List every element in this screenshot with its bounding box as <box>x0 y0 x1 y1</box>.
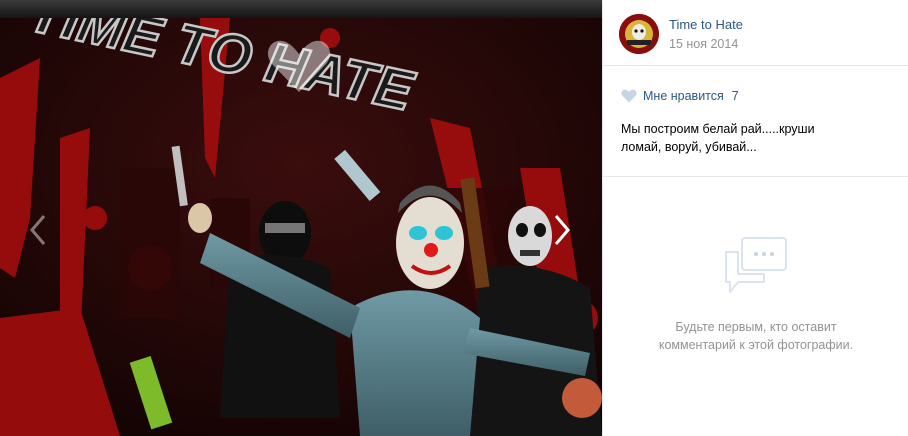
photo-viewer: TIME TO HATE <box>0 0 602 436</box>
empty-comments-text: Будьте первым, кто оставит комментарий к… <box>636 318 876 354</box>
heart-icon <box>267 40 331 92</box>
caption-line: Мы построим белай рай.....круши <box>621 122 815 136</box>
empty-comments-line: комментарий к этой фотографии. <box>658 338 854 352</box>
author-name-link[interactable]: Time to Hate <box>669 17 743 32</box>
photo-side-panel: Time to Hate 15 ноя 2014 Мне нравится 7 … <box>602 0 908 436</box>
post-date: 15 ноя 2014 <box>669 37 739 51</box>
caption-line: ломай, воруй, убивай... <box>621 140 757 154</box>
speech-bubble-icon <box>725 237 787 293</box>
empty-comments-line: Будьте первым, кто оставит <box>675 320 837 334</box>
avatar-image <box>619 14 659 54</box>
author-header: Time to Hate 15 ноя 2014 <box>603 0 908 66</box>
chevron-right-icon <box>554 215 570 245</box>
heart-icon <box>621 89 637 103</box>
like-button[interactable]: Мне нравится 7 <box>621 87 739 105</box>
photo-top-bar <box>0 0 602 18</box>
like-count[interactable]: 7 <box>732 89 739 103</box>
photo-like-button[interactable] <box>266 38 332 94</box>
photo-caption: Мы построим белай рай.....круши ломай, в… <box>621 120 891 156</box>
next-photo-button[interactable] <box>542 205 582 255</box>
previous-photo-button[interactable] <box>18 205 58 255</box>
like-label: Мне нравится <box>643 89 724 103</box>
avatar[interactable] <box>619 14 659 54</box>
empty-comments-placeholder: Будьте первым, кто оставит комментарий к… <box>603 236 908 354</box>
chevron-left-icon <box>30 215 46 245</box>
divider <box>603 176 908 177</box>
